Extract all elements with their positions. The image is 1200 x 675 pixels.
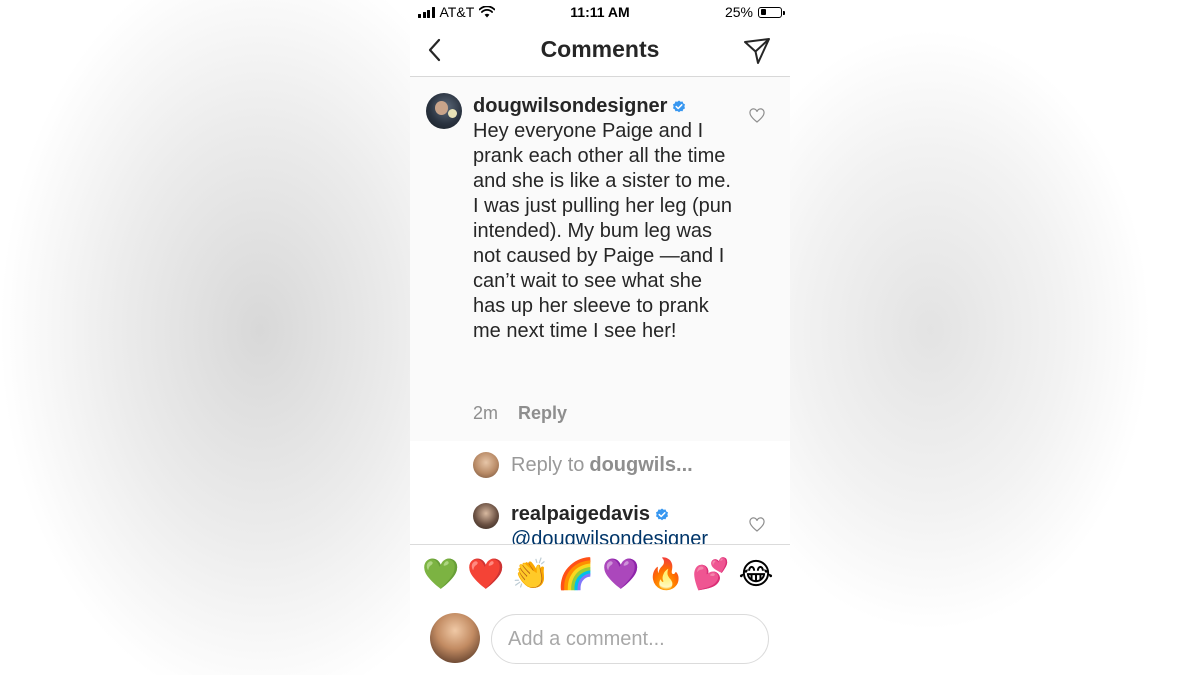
verified-badge-icon: [655, 508, 668, 521]
reply-to-prefix: Reply to: [511, 453, 585, 476]
comment-meta: 2m Reply: [473, 403, 567, 424]
emoji-quick-bar: 💚 ❤️ 👏 🌈 💜 🔥 💕 😂: [410, 544, 790, 607]
page-title: Comments: [540, 36, 660, 62]
avatar[interactable]: [473, 503, 499, 529]
battery-percent: 25%: [724, 4, 753, 20]
comment-reply: realpaigedavis @dougwilsondesigner: [410, 500, 790, 544]
background-left: [0, 0, 410, 675]
comment-input[interactable]: [491, 614, 769, 664]
avatar: [473, 452, 499, 478]
username-text: dougwilsondesigner: [473, 95, 668, 117]
heart-icon[interactable]: [749, 108, 765, 124]
status-bar: AT&T 11:11 AM 25%: [410, 0, 790, 26]
emoji-laughing[interactable]: 😂: [737, 557, 775, 593]
heart-icon[interactable]: [749, 517, 765, 533]
comments-header: Comments: [410, 26, 790, 77]
emoji-red-heart[interactable]: ❤️: [467, 557, 505, 593]
reply-button[interactable]: Reply: [518, 403, 567, 423]
comment-text: Hey everyone Paige and I prank each othe…: [473, 120, 733, 342]
comment-time: 2m: [473, 403, 499, 423]
phone-screen: AT&T 11:11 AM 25% Comments dougwilsondes…: [410, 0, 790, 675]
mention-link[interactable]: @dougwilsondesigner: [511, 528, 708, 544]
background-right: [790, 0, 1200, 675]
username-text: realpaigedavis: [511, 503, 650, 525]
avatar[interactable]: [426, 93, 462, 129]
emoji-green-heart[interactable]: 💚: [422, 557, 460, 593]
emoji-clapping[interactable]: 👏: [512, 557, 550, 593]
add-comment-row: [410, 606, 790, 675]
emoji-two-hearts[interactable]: 💕: [692, 557, 730, 593]
paper-plane-icon[interactable]: [742, 36, 772, 66]
avatar: [430, 613, 480, 663]
status-right: 25%: [724, 4, 785, 20]
emoji-rainbow[interactable]: 🌈: [557, 557, 595, 593]
comment-username[interactable]: dougwilsondesigner: [473, 95, 686, 118]
emoji-purple-heart[interactable]: 💜: [602, 557, 640, 593]
comment-username[interactable]: realpaigedavis: [511, 503, 669, 526]
reply-to-row[interactable]: Reply to dougwils...: [473, 450, 693, 480]
reply-to-name: dougwils...: [589, 453, 693, 476]
verified-badge-icon: [673, 100, 686, 113]
emoji-fire[interactable]: 🔥: [647, 557, 685, 593]
battery-icon: [758, 6, 785, 18]
comment-main: dougwilsondesigner Hey everyone Paige an…: [410, 77, 790, 441]
